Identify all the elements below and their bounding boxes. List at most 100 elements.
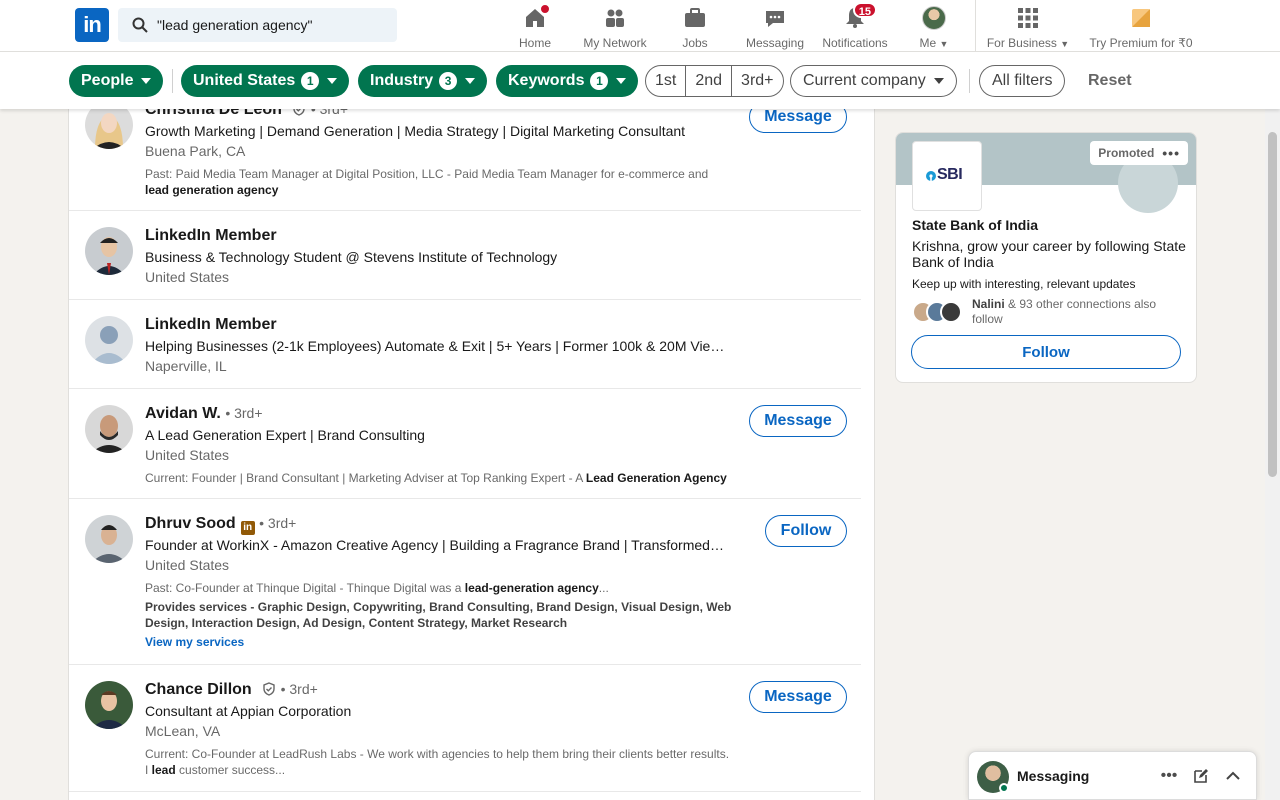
scrollbar-thumb[interactable] <box>1268 132 1277 477</box>
connection-avatars <box>912 301 968 325</box>
result-location: Naperville, IL <box>145 358 227 374</box>
filter-1st[interactable]: 1st <box>646 66 687 96</box>
result-name[interactable]: Dhruv Sood in • 3rd+ <box>145 515 296 535</box>
reset-button[interactable]: Reset <box>1078 65 1142 97</box>
filter-2nd[interactable]: 2nd <box>686 66 733 96</box>
linkedin-logo[interactable]: in <box>75 8 109 42</box>
search-filter-bar: People United States 1 Industry 3 Keywords… <box>0 52 1280 109</box>
result-headline: Founder at WorkinX - Amazon Creative Age… <box>145 537 724 553</box>
divider <box>969 69 970 93</box>
chevron-up-icon[interactable] <box>1223 766 1243 786</box>
home-notification-dot <box>539 3 551 15</box>
avatar[interactable] <box>85 681 133 729</box>
chevron-down-icon: ▼ <box>1060 39 1070 49</box>
caret-down-icon <box>327 78 338 84</box>
company-logo[interactable]: SBI <box>912 141 982 211</box>
avatar <box>922 6 946 30</box>
nav-try-premium[interactable]: Try Premium for ₹0 <box>1088 0 1194 52</box>
result-headline: Growth Marketing | Demand Generation | M… <box>145 123 686 139</box>
filter-3rd-plus[interactable]: 3rd+ <box>732 66 782 96</box>
filter-industry[interactable]: Industry 3 <box>358 65 488 97</box>
people-icon <box>603 6 627 30</box>
nav-notifications[interactable]: 15 Notifications <box>818 0 892 52</box>
list-item: Avidan W. • 3rd+ A Lead Generation Exper… <box>69 389 861 499</box>
message-button[interactable]: Message <box>749 681 847 713</box>
messaging-overlay[interactable]: Messaging ••• <box>968 751 1257 800</box>
result-summary: Current: Co-Founder at LeadRush Labs - W… <box>145 747 730 777</box>
search-query: "lead generation agency" <box>157 17 313 33</box>
nav-me[interactable]: Me ▼ <box>914 0 954 52</box>
ad-pitch: Krishna, grow your career by following S… <box>912 238 1186 270</box>
caret-down-icon <box>141 78 152 84</box>
result-name[interactable]: LinkedIn Member <box>145 227 277 245</box>
more-options-icon[interactable]: ••• <box>1159 766 1179 786</box>
filter-keywords[interactable]: Keywords 1 <box>496 65 639 97</box>
result-location: United States <box>145 557 230 573</box>
ad-company-name[interactable]: State Bank of India <box>912 217 1038 233</box>
nav-jobs[interactable]: Jobs <box>678 0 712 52</box>
result-summary: Past: Co-Founder at Thinque Digital - Th… <box>145 581 609 595</box>
avatar[interactable] <box>85 227 133 275</box>
nav-messaging[interactable]: Messaging <box>744 0 806 52</box>
list-item: Dhruv Sood in • 3rd+ Founder at WorkinX -… <box>69 499 861 665</box>
global-nav: in "lead generation agency" Home My Netw… <box>0 0 1280 52</box>
grid-icon <box>1016 6 1040 30</box>
search-icon <box>132 17 148 33</box>
premium-icon <box>1129 6 1153 30</box>
chat-icon <box>763 6 787 30</box>
avatar[interactable] <box>85 405 133 453</box>
follow-button[interactable]: Follow <box>911 335 1181 369</box>
briefcase-icon <box>683 6 707 30</box>
result-location: United States <box>145 447 230 463</box>
online-status-dot <box>999 783 1009 793</box>
list-item: Chance Dillon • 3rd+ Consultant at Appia… <box>69 665 861 792</box>
promoted-ad-card: Promoted ••• SBI State Bank of India Kris… <box>895 132 1197 383</box>
result-summary: Past: Paid Media Team Manager at Digital… <box>145 167 709 197</box>
filter-location[interactable]: United States 1 <box>181 65 350 97</box>
messaging-title: Messaging <box>1017 767 1090 784</box>
result-headline: Helping Businesses (2-1k Employees) Auto… <box>145 338 730 354</box>
nav-my-network[interactable]: My Network <box>580 0 650 52</box>
avatar[interactable] <box>85 316 133 364</box>
view-services-link[interactable]: View my services <box>145 635 244 649</box>
compose-icon[interactable] <box>1191 766 1211 786</box>
more-options-icon[interactable]: ••• <box>1162 145 1180 161</box>
bell-icon: 15 <box>843 2 877 30</box>
caret-down-icon <box>465 78 476 84</box>
nav-for-business[interactable]: For Business ▼ <box>986 0 1070 52</box>
home-icon <box>523 3 551 30</box>
filter-people[interactable]: People <box>69 65 164 97</box>
ad-connections: Nalini & 93 other connections also follo… <box>972 297 1157 326</box>
promoted-label: Promoted ••• <box>1090 141 1188 165</box>
result-location: United States <box>145 269 230 285</box>
result-name[interactable]: Chance Dillon • 3rd+ <box>145 681 318 699</box>
scrollbar[interactable] <box>1265 52 1280 800</box>
caret-down-icon <box>616 78 627 84</box>
result-location: Buena Park, CA <box>145 143 246 159</box>
result-name[interactable]: Avidan W. • 3rd+ <box>145 405 263 423</box>
result-name[interactable]: LinkedIn Member <box>145 316 277 334</box>
list-item: LinkedIn Member Helping Businesses (2-1k… <box>69 300 861 389</box>
ad-subtext: Keep up with interesting, relevant updat… <box>912 277 1136 291</box>
connection-degree-filter: 1st 2nd 3rd+ <box>645 65 784 97</box>
result-headline: Business & Technology Student @ Stevens … <box>145 249 558 265</box>
follow-button[interactable]: Follow <box>765 515 847 547</box>
message-button[interactable]: Message <box>749 405 847 437</box>
result-headline: Consultant at Appian Corporation <box>145 703 352 719</box>
divider <box>172 69 173 93</box>
notifications-badge: 15 <box>852 2 877 18</box>
avatar[interactable] <box>85 515 133 563</box>
result-services: Provides services - Graphic Design, Copy… <box>145 600 732 630</box>
all-filters-button[interactable]: All filters <box>979 65 1066 97</box>
search-results-list: Christina De Leon • 3rd+ Growth Marketin… <box>68 80 875 800</box>
nav-home[interactable]: Home <box>516 0 554 52</box>
search-input[interactable]: "lead generation agency" <box>118 8 397 42</box>
linkedin-premium-icon: in <box>240 521 255 535</box>
verified-shield-icon <box>263 682 275 696</box>
chevron-down-icon: ▼ <box>939 39 949 49</box>
filter-current-company[interactable]: Current company <box>790 65 957 97</box>
list-item: LinkedIn Member Business & Technology St… <box>69 211 861 300</box>
caret-down-icon <box>933 78 944 84</box>
nav-divider <box>975 0 976 52</box>
result-headline: A Lead Generation Expert | Brand Consult… <box>145 427 425 443</box>
